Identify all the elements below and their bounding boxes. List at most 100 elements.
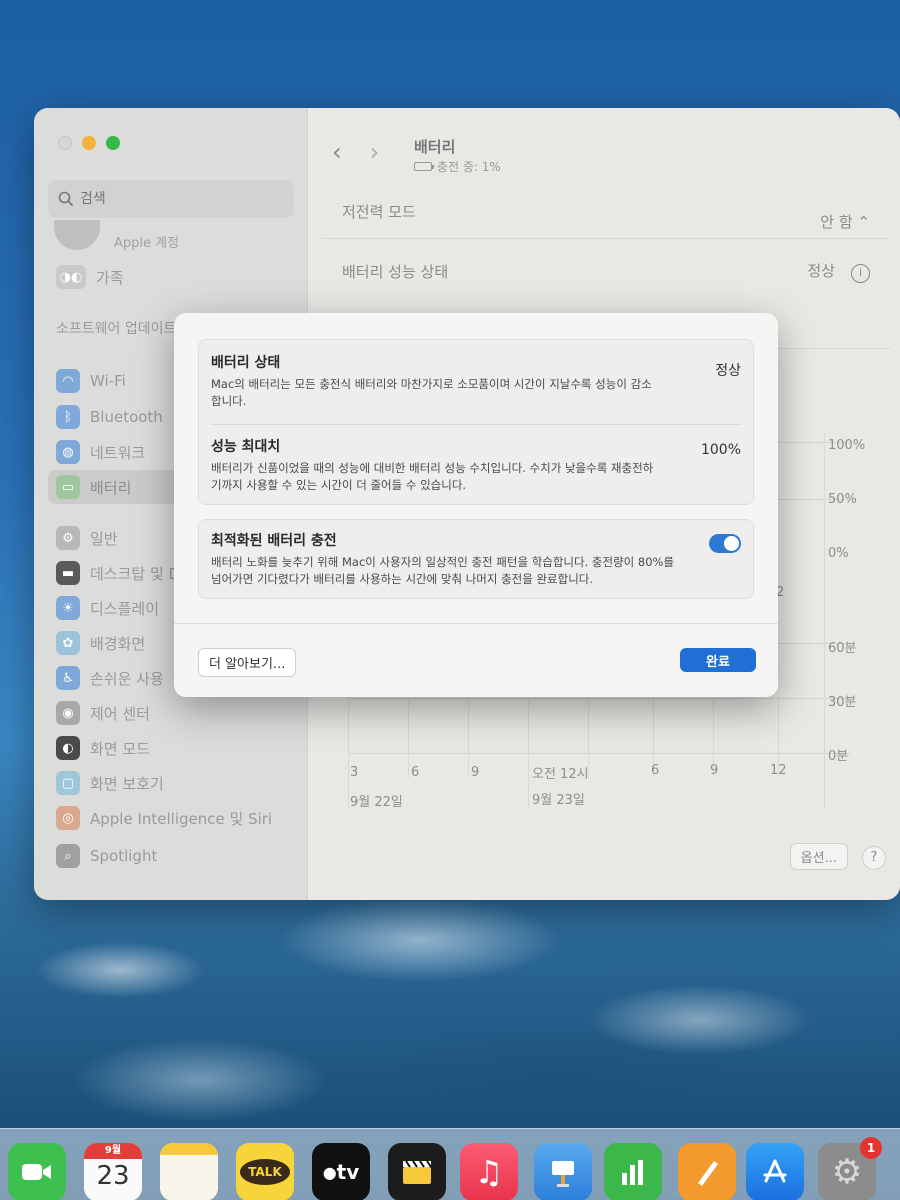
battery-health-value: 정상: [807, 261, 835, 280]
desktop-wallpaper: [0, 880, 900, 1130]
claquette-icon[interactable]: [388, 1143, 446, 1200]
optimized-charging-title: 최적화된 배터리 충전: [211, 533, 337, 549]
nav-arrows: ‹ ›: [332, 138, 379, 166]
optimized-charging-card: 최적화된 배터리 충전 배터리 노화를 늦추기 위해 Mac이 사용자의 일상적…: [198, 519, 754, 599]
music-note-glyph: ♫: [474, 1153, 504, 1191]
apple-logo: ●: [322, 1162, 337, 1182]
sidebar-item-software-update[interactable]: 소프트웨어 업데이트: [56, 318, 176, 338]
appletv-icon[interactable]: ● tv: [312, 1143, 370, 1200]
sidebar-item-label: Bluetooth: [90, 408, 163, 426]
system-settings-icon[interactable]: ⚙ 1: [818, 1137, 882, 1200]
forward-button[interactable]: ›: [370, 138, 380, 166]
close-window-button[interactable]: [58, 136, 72, 150]
dock: 9월 23 TALK ● tv ♫ ⚙ 1: [0, 1128, 900, 1200]
gear-icon: ⚙: [56, 526, 80, 550]
chart-gridline: [824, 433, 825, 808]
battery-status-section: 배터리 상태 Mac의 배터리는 모든 충전식 배터리와 마찬가지로 소모품이며…: [211, 352, 741, 410]
wifi-icon: ◠: [56, 369, 80, 393]
kakaotalk-icon[interactable]: TALK: [236, 1143, 294, 1200]
chart-date-label: 9월 23일: [532, 793, 585, 808]
flower-icon: ✿: [56, 631, 80, 655]
chart-date-label: 9월 22일: [350, 795, 403, 810]
optimized-charging-description: 배터리 노화를 늦추기 위해 Mac이 사용자의 일상적인 충전 패턴을 학습합…: [211, 555, 675, 586]
row-divider: [322, 238, 890, 239]
chart-gridline: [468, 698, 469, 778]
chart-y-label: 0분: [828, 749, 849, 764]
sidebar-item-control-center[interactable]: ◉ 제어 센터: [48, 696, 294, 730]
sidebar-item-label: 화면 모드: [90, 739, 150, 758]
toggle-icon: ◉: [56, 701, 80, 725]
sidebar-item-family[interactable]: ◑◐ 가족: [48, 260, 294, 294]
sidebar-item-label: Spotlight: [90, 847, 158, 865]
keynote-icon[interactable]: [534, 1143, 592, 1200]
notes-icon[interactable]: [160, 1143, 218, 1200]
max-capacity-title: 성능 최대치: [211, 439, 281, 455]
notification-badge: 1: [860, 1137, 882, 1159]
battery-status-description: Mac의 배터리는 모든 충전식 배터리와 마찬가지로 소모품이며 시간이 지날…: [211, 377, 652, 408]
tv-label: tv: [336, 1160, 360, 1184]
info-icon[interactable]: i: [851, 263, 870, 283]
done-button[interactable]: 완료: [680, 648, 756, 672]
battery-status-value: 정상: [715, 363, 741, 379]
chart-y-label: 50%: [828, 492, 857, 507]
window-controls: [58, 136, 120, 150]
low-power-mode-select[interactable]: 안 함 ⌃: [820, 211, 870, 232]
sidebar-item-spotlight[interactable]: ⌕ Spotlight: [48, 839, 294, 873]
battery-icon: [414, 162, 434, 171]
learn-more-button[interactable]: 더 알아보기...: [198, 648, 297, 677]
chart-gridline: [528, 698, 529, 808]
sidebar-item-siri[interactable]: ◎ Apple Intelligence 및 Siri: [48, 801, 294, 835]
chart-y-label: 30분: [828, 695, 857, 710]
page-title: 배터리: [414, 138, 456, 156]
numbers-icon[interactable]: [604, 1143, 662, 1200]
facetime-icon[interactable]: [8, 1143, 66, 1200]
back-button[interactable]: ‹: [332, 138, 342, 166]
sidebar-item-label: 손쉬운 사용: [90, 669, 164, 688]
calendar-icon[interactable]: 9월 23: [84, 1143, 142, 1200]
sidebar-item-label: 네트워크: [90, 443, 146, 462]
sidebar-item-label: 배경화면: [90, 634, 146, 653]
sidebar-item-label: Apple Intelligence 및 Siri: [90, 809, 273, 828]
sidebar-item-label: 디스플레이: [90, 599, 160, 618]
zoom-window-button[interactable]: [106, 136, 120, 150]
notes-header: [160, 1143, 218, 1155]
siri-icon: ◎: [56, 806, 80, 830]
accessibility-icon: ♿: [56, 666, 80, 690]
card-divider: [211, 424, 741, 425]
appstore-icon[interactable]: [746, 1143, 804, 1200]
sidebar-item-label: 일반: [90, 529, 118, 548]
sidebar-item-label: 제어 센터: [90, 704, 150, 723]
sun-icon: ☀: [56, 596, 80, 620]
max-capacity-section: 성능 최대치 배터리가 신품이었을 때의 성능에 대비한 배터리 성능 수치입니…: [211, 436, 741, 494]
chart-gridline: [348, 698, 850, 699]
dialog-divider: [174, 623, 778, 624]
search-input[interactable]: [80, 191, 280, 207]
charging-status-text: 충전 중: 1%: [437, 160, 501, 174]
sidebar-item-label: 화면 보호기: [90, 774, 164, 793]
chart-x-label: 오전 12시: [532, 767, 589, 782]
chart-x-label: 12: [770, 763, 787, 778]
chart-y-label: 0%: [828, 546, 849, 561]
apple-account-label: Apple 계정: [114, 236, 180, 251]
optimized-charging-toggle[interactable]: [709, 534, 741, 553]
sidebar-item-label: 가족: [96, 268, 124, 287]
minimize-window-button[interactable]: [82, 136, 96, 150]
chart-x-label: 9: [471, 765, 480, 780]
sidebar-item-appearance[interactable]: ◐ 화면 모드: [48, 731, 294, 765]
low-power-mode-row: 저전력 모드 안 함 ⌃: [322, 186, 890, 236]
sidebar-item-label: 배터리: [90, 478, 132, 497]
options-button[interactable]: 옵션...: [789, 843, 848, 870]
calendar-month: 9월: [84, 1143, 142, 1159]
optimized-charging-section: 최적화된 배터리 충전 배터리 노화를 늦추기 위해 Mac이 사용자의 일상적…: [211, 530, 741, 588]
sidebar-item-screen-saver[interactable]: ▢ 화면 보호기: [48, 766, 294, 800]
appearance-icon: ◐: [56, 736, 80, 760]
max-capacity-description: 배터리가 신품이었을 때의 성능에 대비한 배터리 성능 수치입니다. 수치가 …: [211, 461, 654, 492]
help-button[interactable]: ?: [862, 846, 886, 870]
screensaver-icon: ▢: [56, 771, 80, 795]
battery-health-row: 배터리 성능 상태 정상 i: [322, 246, 890, 296]
music-icon[interactable]: ♫: [460, 1143, 518, 1200]
battery-health-value-wrap: 정상 i: [807, 260, 870, 283]
sidebar-search[interactable]: [48, 180, 294, 218]
pages-icon[interactable]: [678, 1143, 736, 1200]
avatar[interactable]: [54, 220, 100, 250]
